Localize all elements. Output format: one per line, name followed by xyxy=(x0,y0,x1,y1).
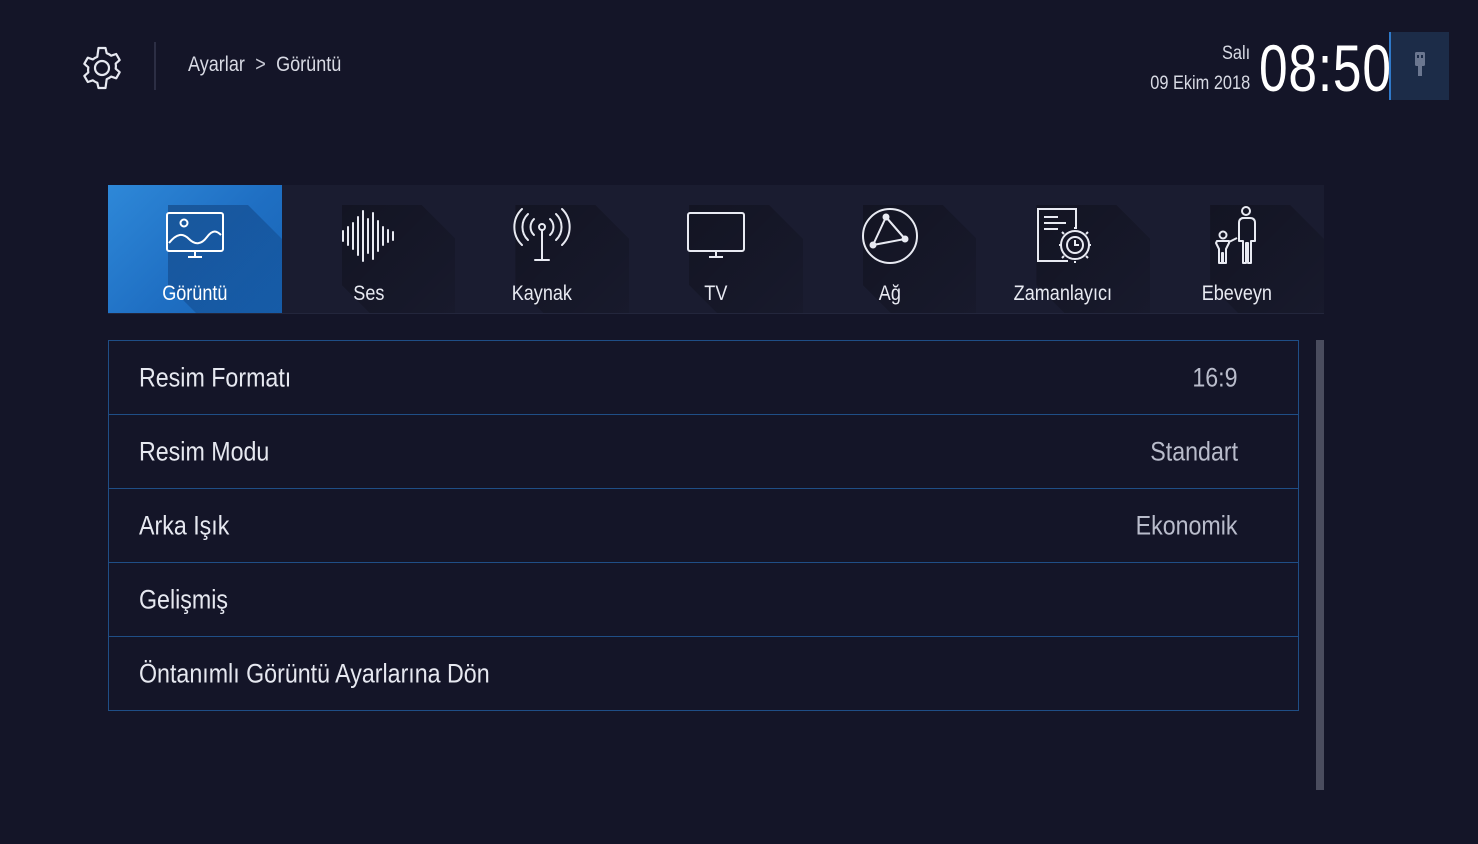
date-label: 09 Ekim 2018 xyxy=(1150,73,1250,94)
setting-value: 16:9 xyxy=(1192,362,1238,392)
settings-screen: Ayarlar > Görüntü Salı 09 Ekim 2018 08:50 xyxy=(0,0,1478,844)
setting-arka-isik[interactable]: Arka Işık Ekonomik xyxy=(108,489,1299,563)
setting-gelismis[interactable]: Gelişmiş xyxy=(108,563,1299,637)
category-tabs: Görüntü Ses Kaynak TV Ağ Zamanlayıcı Ebe… xyxy=(108,185,1324,314)
breadcrumb: Ayarlar > Görüntü xyxy=(188,53,341,77)
tab-label: TV xyxy=(704,282,728,305)
network-icon xyxy=(861,208,918,264)
tab-label: Ebeveyn xyxy=(1201,282,1273,305)
setting-label: Gelişmiş xyxy=(139,584,229,614)
tab-ses[interactable]: Ses xyxy=(282,185,456,313)
date-display: Salı 09 Ekim 2018 xyxy=(1134,40,1250,100)
antenna-icon xyxy=(513,208,571,261)
tv-icon xyxy=(686,212,745,258)
header-divider xyxy=(154,42,156,90)
setting-resim-modu[interactable]: Resim Modu Standart xyxy=(108,415,1299,489)
usb-icon xyxy=(1415,52,1425,76)
tab-label: Görüntü xyxy=(162,282,228,305)
tab-tv[interactable]: TV xyxy=(629,185,803,313)
sound-wave-icon xyxy=(341,210,394,262)
tab-ag[interactable]: Ağ xyxy=(803,185,977,313)
setting-reset-defaults[interactable]: Öntanımlı Görüntü Ayarlarına Dön xyxy=(108,637,1299,711)
tab-label: Zamanlayıcı xyxy=(1014,282,1113,305)
setting-value: Standart xyxy=(1150,436,1238,466)
setting-label: Öntanımlı Görüntü Ayarlarına Dön xyxy=(139,658,490,688)
breadcrumb-item-goruntu: Görüntü xyxy=(276,53,342,76)
tab-goruntu[interactable]: Görüntü xyxy=(108,185,282,313)
tab-kaynak[interactable]: Kaynak xyxy=(455,185,630,313)
tab-zamanlayici[interactable]: Zamanlayıcı xyxy=(976,185,1151,313)
setting-label: Resim Modu xyxy=(139,436,270,466)
scrollbar-thumb[interactable] xyxy=(1316,340,1324,790)
clock: 08:50 xyxy=(1259,31,1392,105)
scrollbar[interactable] xyxy=(1316,340,1324,790)
tab-ebeveyn[interactable]: Ebeveyn xyxy=(1150,185,1324,313)
parental-icon xyxy=(1214,206,1256,264)
gear-icon xyxy=(83,46,121,90)
tab-label: Ses xyxy=(352,282,385,305)
setting-resim-formati[interactable]: Resim Formatı 16:9 xyxy=(108,340,1299,415)
setting-value: Ekonomik xyxy=(1136,510,1238,540)
picture-icon xyxy=(165,212,224,258)
setting-label: Arka Işık xyxy=(139,510,230,540)
breadcrumb-item-ayarlar[interactable]: Ayarlar xyxy=(188,53,245,76)
usb-status xyxy=(1389,32,1449,100)
breadcrumb-separator: > xyxy=(255,53,266,76)
tab-label: Ağ xyxy=(878,282,901,305)
timer-icon xyxy=(1037,208,1092,263)
settings-list: Resim Formatı 16:9 Resim Modu Standart A… xyxy=(108,340,1299,711)
tab-label: Kaynak xyxy=(512,282,573,305)
setting-label: Resim Formatı xyxy=(139,362,292,392)
day-label: Salı xyxy=(1221,43,1250,64)
